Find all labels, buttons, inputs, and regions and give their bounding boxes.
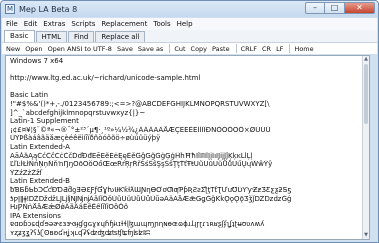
editor-line: http://www.ltg.ed.ac.uk/~richard/unicode… xyxy=(10,74,201,83)
scroll-up-icon[interactable]: ▲ xyxy=(363,56,369,63)
window-title: Mep LA Beta 8 xyxy=(19,4,78,14)
tab-bar: Basic HTML Find Replace all xyxy=(2,30,377,42)
window-controls: – □ ✕ xyxy=(305,2,375,14)
editor-line: ʏʐʑʒʓʔʕʖʗʘʙʚʛʜʝʞʟʠʡʢʣʤʥʦʧʨʩʪʫʬʭ xyxy=(10,228,151,237)
tab-replace-all[interactable]: Replace all xyxy=(95,31,146,42)
home-button[interactable]: Home xyxy=(294,45,313,53)
vertical-scrollbar[interactable]: ▲ ▼ xyxy=(362,56,369,239)
minimize-button[interactable]: – xyxy=(305,2,325,14)
editor-line: ĀāĂăĄąĆćĈĉĊċČčĎďĐđĒēĔĕĖėĘęĚěĜĝĞğĠġĢģĤĥĦħ… xyxy=(10,151,253,160)
menu-edit[interactable]: Edit xyxy=(24,20,38,28)
paste-button[interactable]: Paste xyxy=(212,45,230,53)
lf-button[interactable]: LF xyxy=(276,45,283,53)
editor-line: IPA Extensions xyxy=(10,211,61,220)
text-editor[interactable]: Windows 7 x64 http://www.ltg.ed.ac.uk/~r… xyxy=(5,55,370,240)
cut-button[interactable]: Cut xyxy=(174,45,185,53)
editor-line: ĽľĿŀŁłŃńŅņŇňŉŊŋŌōŎŏŐőŒœŔŕŖŗŘřŚśŜŝŞşŠšŢţŤ… xyxy=(10,160,273,169)
app-icon: M xyxy=(5,4,15,14)
menu-tools[interactable]: Tools xyxy=(153,20,170,28)
editor-line: ǶǷǸǹǺǻǼǽǾǿȀȁȂȃȄȅȆȇȈȉȊȋȌȍȎȏ xyxy=(10,203,129,212)
editor-line: !"#$%&'()*+,-./0123456789:;<=>?@ABCDEFGH… xyxy=(10,99,270,108)
toolbar: New Open Open ANSI to UTF-8 Save Save as… xyxy=(2,42,377,54)
tab-html[interactable]: HTML xyxy=(35,31,68,42)
editor-line: ɐɑɒɓɔɕɖɗɘəɚɛɜɝɞɟɠɡɢɣɤɥɦɧɨɩɪɫɬɭɮɯɰɱɲɳɴɵɶɷ… xyxy=(10,220,265,229)
menu-help[interactable]: Help xyxy=(177,20,193,28)
app-window: M Mep LA Beta 8 – □ ✕ File Edit Extras S… xyxy=(0,0,379,243)
editor-line: Windows 7 x64 xyxy=(10,57,64,65)
menu-replacement[interactable]: Replacement xyxy=(101,20,147,28)
save-button[interactable]: Save xyxy=(117,45,133,53)
tab-basic[interactable]: Basic xyxy=(4,30,35,42)
maximize-button[interactable]: □ xyxy=(325,2,345,14)
editor-line: ƾƿǀǁǂǃǄǅǆǇǈǉǊǋǌǍǎǏǐǑǒǓǔǕǖǗǘǙǚǛǜǝǞǟǠǡǢǣǤǥ… xyxy=(10,194,292,203)
menu-scripts[interactable]: Scripts xyxy=(71,20,95,28)
editor-line: Latin Extended-B xyxy=(10,177,70,186)
toolbar-separator xyxy=(289,44,291,53)
copy-button[interactable]: Copy xyxy=(191,45,208,53)
title-bar[interactable]: M Mep LA Beta 8 – □ ✕ xyxy=(1,1,378,17)
menu-extras[interactable]: Extras xyxy=(43,20,65,28)
scroll-down-icon[interactable]: ▼ xyxy=(363,232,369,239)
menu-bar: File Edit Extras Scripts Replacement Too… xyxy=(2,18,377,30)
close-button[interactable]: ✕ xyxy=(345,2,375,14)
toolbar-separator xyxy=(235,44,237,53)
editor-line: Basic Latin xyxy=(10,91,49,100)
editor-line: ƀƁƂƃƄƅƆƇƈƉƊƋƌƍƎƏƐƑƒƓƔƕƖƗƘƙƚƛƜƝƞƟƠơƢƣƤƥƦƧ… xyxy=(10,185,292,194)
save-as-button[interactable]: Save as xyxy=(138,45,163,53)
new-button[interactable]: New xyxy=(6,45,20,53)
editor-content[interactable]: Windows 7 x64 http://www.ltg.ed.ac.uk/~r… xyxy=(10,57,362,237)
open-button[interactable]: Open xyxy=(25,45,42,53)
editor-line: ¡¢£¤¥¦§¨©ª«¬®¯°±²³´µ¶·¸¹º»¼½¾¿ÀÁÂÃÄÅÆÇÈÉ… xyxy=(10,125,271,134)
toolbar-separator xyxy=(169,44,171,53)
editor-line: ÜÝÞßàáâãäåæçèéêëìíîïðñòóôõö÷øùúûüýþÿ xyxy=(10,134,161,143)
editor-line: Latin Extended-A xyxy=(10,142,70,151)
editor-line: ŸŹźŻżŽžſ xyxy=(10,168,43,177)
menu-file[interactable]: File xyxy=(6,20,18,28)
editor-line: Latin-1 Supplement xyxy=(10,117,79,126)
cr-button[interactable]: CR xyxy=(262,45,271,53)
editor-line: ]^_`abcdefghijklmnopqrstuvwxyz{|}~ xyxy=(10,108,146,117)
open-ansi-to-utf8-button[interactable]: Open ANSI to UTF-8 xyxy=(48,45,112,53)
crlf-button[interactable]: CRLF xyxy=(241,45,257,53)
tab-find[interactable]: Find xyxy=(68,31,95,42)
scroll-thumb[interactable] xyxy=(364,64,368,124)
